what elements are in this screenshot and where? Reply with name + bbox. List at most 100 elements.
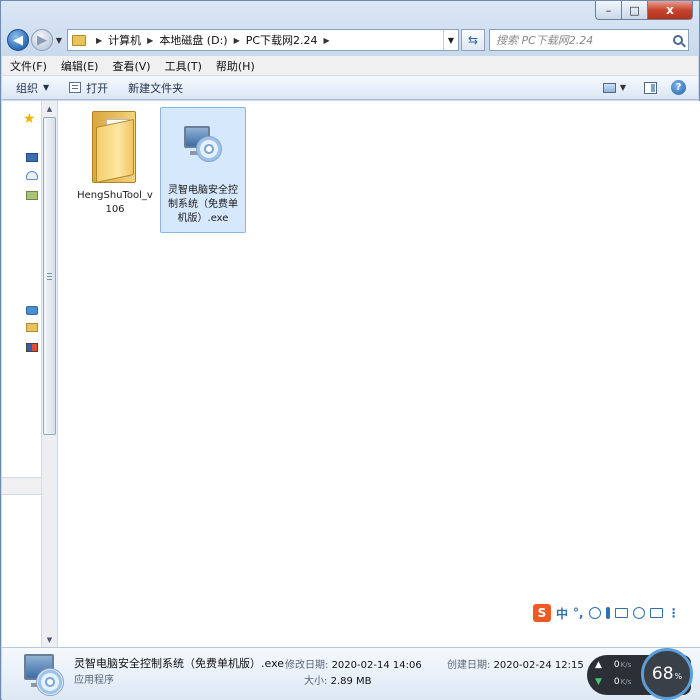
sogou-logo-icon[interactable]: S — [533, 604, 551, 622]
folder-icon[interactable] — [26, 323, 38, 332]
navigation-pane: ★ — [2, 101, 42, 647]
download-value: 0 — [613, 677, 620, 687]
search-icon[interactable] — [673, 35, 683, 45]
details-modified: 修改日期: 2020-02-14 14:06 — [285, 656, 422, 671]
menu-tools[interactable]: 工具(T) — [165, 58, 202, 74]
file-item-label: HengShuTool_v106 — [77, 190, 153, 215]
chevron-down-icon: ▼ — [43, 83, 50, 92]
breadcrumb-separator-icon[interactable]: ▶ — [96, 36, 102, 45]
network-icon[interactable] — [26, 306, 38, 315]
breadcrumb-computer[interactable]: 计算机 — [108, 32, 141, 48]
recent-pages-dropdown[interactable]: ▼ — [53, 36, 65, 45]
new-folder-button[interactable]: 新建文件夹 — [128, 80, 183, 96]
breadcrumb-separator-icon[interactable]: ▶ — [147, 36, 153, 45]
scroll-thumb[interactable] — [43, 117, 56, 435]
download-speed: ▼ 0 K/s — [595, 677, 631, 687]
breadcrumb-separator-icon[interactable]: ▶ — [234, 36, 240, 45]
skin-icon[interactable] — [649, 608, 663, 618]
forward-button[interactable]: ▶ — [31, 29, 53, 51]
details-size: 大小: 2.89 MB — [304, 672, 372, 687]
details-created-value: 2020-02-24 12:15 — [493, 660, 584, 671]
navigation-scrollbar[interactable]: ▲ ▼ — [41, 101, 57, 647]
scroll-down-icon[interactable]: ▼ — [42, 632, 57, 647]
details-modified-label: 修改日期: — [285, 660, 329, 671]
keyboard-icon[interactable] — [614, 608, 628, 618]
help-icon[interactable]: ? — [671, 80, 686, 95]
navigation-pane-divider — [2, 477, 42, 495]
refresh-button[interactable]: ⇆ — [461, 29, 485, 51]
details-file-name: 灵智电脑安全控制系统（免费单机版）.exe — [74, 657, 285, 670]
menu-file[interactable]: 文件(F) — [10, 58, 47, 74]
drive-icon[interactable] — [26, 191, 38, 200]
memory-usage-value: 68 — [651, 664, 674, 684]
arrow-right-icon: ▶ — [37, 32, 47, 48]
organize-button[interactable]: 组织 ▼ — [16, 80, 49, 96]
details-size-value: 2.89 MB — [330, 676, 372, 687]
folder-icon — [72, 34, 86, 46]
menu-bar: 文件(F) 编辑(E) 查看(V) 工具(T) 帮助(H) — [2, 56, 698, 76]
menu-edit[interactable]: 编辑(E) — [61, 58, 99, 74]
microphone-icon[interactable] — [605, 607, 610, 619]
cloud-icon[interactable] — [26, 171, 38, 180]
window-controls: – □ x — [595, 1, 693, 20]
close-button[interactable]: x — [648, 1, 693, 20]
breadcrumb-current-folder[interactable]: PC下载网2.24 — [246, 32, 318, 48]
upload-value: 0 — [613, 660, 620, 670]
arrow-left-icon: ◀ — [13, 32, 23, 48]
open-label: 打开 — [86, 81, 109, 95]
flag-icon[interactable] — [26, 343, 38, 352]
menu-view[interactable]: 查看(V) — [112, 58, 150, 74]
change-view-icon[interactable] — [602, 82, 616, 93]
open-icon — [69, 82, 82, 93]
search-input[interactable]: 搜索 PC下载网2.24 — [489, 29, 689, 51]
scroll-up-icon[interactable]: ▲ — [42, 101, 57, 116]
user-icon[interactable] — [632, 607, 645, 619]
menu-help[interactable]: 帮助(H) — [216, 58, 255, 74]
details-created-label: 创建日期: — [447, 660, 491, 671]
file-item-label: 灵智电脑安全控制系统（免费单机版）.exe — [168, 185, 238, 224]
toolbox-icon[interactable]: ⋮ — [668, 606, 680, 620]
details-file-type: 应用程序 — [74, 675, 114, 686]
grip-icon — [47, 273, 52, 280]
address-bar[interactable]: ▶ 计算机 ▶ 本地磁盘 (D:) ▶ PC下载网2.24 ▶ ▼ — [67, 29, 459, 51]
explorer-window: – □ x ◀ ▶ ▼ ▶ 计算机 ▶ 本地磁盘 (D:) ▶ PC下载网2.2… — [0, 0, 700, 700]
address-dropdown-icon[interactable]: ▼ — [442, 30, 458, 50]
ime-mode-toggle[interactable]: 中 — [556, 605, 568, 622]
command-bar-right: ▼ ? — [602, 80, 686, 95]
punctuation-icon[interactable]: °, — [573, 606, 584, 620]
ime-toolbar: S 中 °, ⋮ — [533, 603, 680, 623]
details-created: 创建日期: 2020-02-24 12:15 — [447, 656, 584, 671]
search-placeholder: 搜索 PC下载网2.24 — [496, 34, 594, 47]
download-unit: K/s — [620, 678, 632, 686]
back-button[interactable]: ◀ — [7, 29, 29, 51]
application-icon — [20, 652, 64, 696]
view-options-dropdown-icon[interactable]: ▼ — [620, 83, 626, 92]
navigation-row: ◀ ▶ ▼ ▶ 计算机 ▶ 本地磁盘 (D:) ▶ PC下载网2.24 ▶ ▼ … — [7, 27, 693, 53]
download-arrow-icon: ▼ — [595, 677, 602, 687]
open-button[interactable]: 打开 — [69, 80, 108, 96]
application-icon — [178, 122, 228, 174]
organize-label: 组织 — [16, 81, 38, 95]
upload-unit: K/s — [620, 661, 632, 669]
file-view[interactable]: HengShuTool_v106 灵智电脑安全控制系统（免费单机版）.exe — [58, 101, 700, 647]
breadcrumb-drive-d[interactable]: 本地磁盘 (D:) — [159, 32, 227, 48]
memory-usage-unit: % — [674, 672, 683, 681]
memory-usage-gauge[interactable]: 68% — [641, 648, 693, 700]
upload-arrow-icon: ▲ — [595, 660, 602, 670]
network-speed-widget[interactable]: ▲ 0 K/s ▼ 0 K/s 68% — [587, 648, 693, 700]
refresh-icon: ⇆ — [467, 33, 479, 47]
file-item-application[interactable]: 灵智电脑安全控制系统（免费单机版）.exe — [160, 107, 246, 233]
command-bar: 组织 ▼ 打开 新建文件夹 ▼ ? — [2, 76, 698, 100]
minimize-button[interactable]: – — [595, 1, 622, 20]
folder-icon — [90, 109, 140, 185]
preview-pane-icon[interactable] — [644, 81, 657, 94]
computer-icon[interactable] — [26, 153, 38, 162]
file-item-folder[interactable]: HengShuTool_v106 — [72, 107, 158, 221]
details-size-label: 大小: — [304, 676, 328, 687]
breadcrumb-separator-icon[interactable]: ▶ — [324, 36, 330, 45]
upload-speed: ▲ 0 K/s — [595, 660, 631, 670]
emoji-icon[interactable] — [588, 607, 601, 619]
maximize-button[interactable]: □ — [622, 1, 648, 20]
details-modified-value: 2020-02-14 14:06 — [331, 660, 422, 671]
favorites-star-icon[interactable]: ★ — [23, 111, 36, 127]
